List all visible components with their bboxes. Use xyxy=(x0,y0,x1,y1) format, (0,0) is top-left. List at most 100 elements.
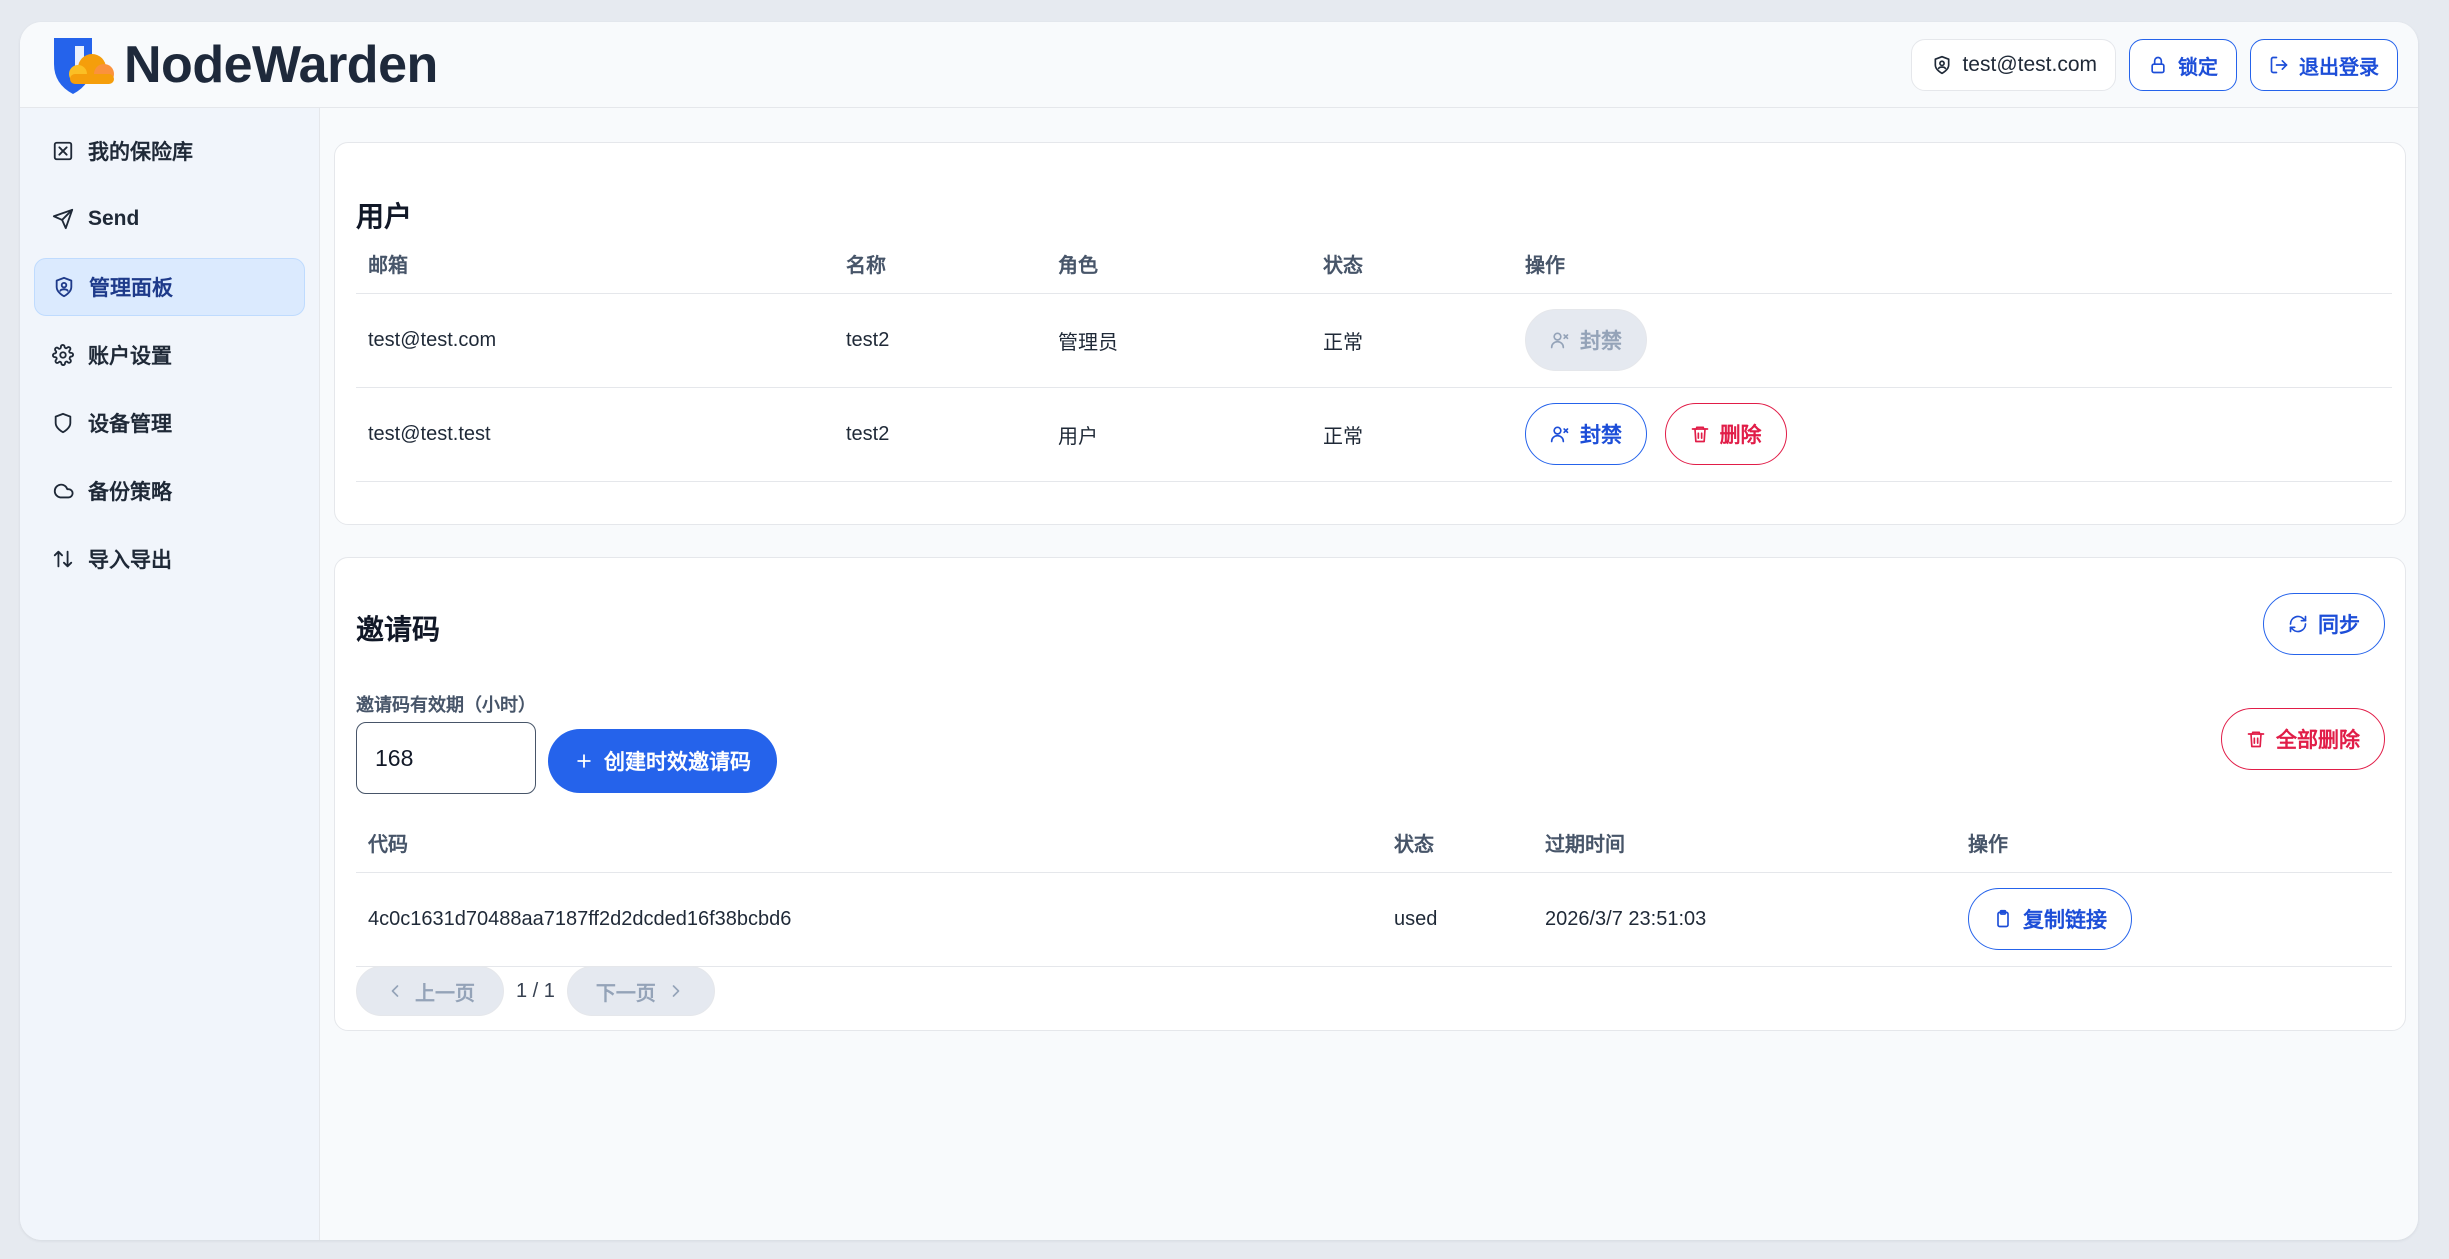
sync-label: 同步 xyxy=(2318,614,2360,637)
column-header: 代码 xyxy=(356,814,1382,873)
expiry-hours-input[interactable]: 168 xyxy=(356,722,536,794)
sidebar-item-import-export[interactable]: 导入导出 xyxy=(34,530,305,588)
table-header-row: 代码 状态 过期时间 操作 xyxy=(356,814,2392,873)
sidebar-item-label: 导入导出 xyxy=(88,549,172,572)
sidebar: 我的保险库 Send 管理面板 账户设置 设备管理 备份策略 导入导出 xyxy=(20,108,320,1240)
sidebar-item-label: 管理面板 xyxy=(89,277,173,300)
column-header: 邮箱 xyxy=(356,235,834,294)
ban-button[interactable]: 封禁 xyxy=(1525,309,1647,371)
send-icon xyxy=(52,208,74,230)
sidebar-item-account-settings[interactable]: 账户设置 xyxy=(34,326,305,384)
user-role: 管理员 xyxy=(1046,293,1311,388)
user-status: 正常 xyxy=(1311,293,1513,388)
create-invite-button[interactable]: 创建时效邀请码 xyxy=(548,729,777,793)
delete-user-button[interactable]: 删除 xyxy=(1664,403,1787,465)
table-header-row: 邮箱 名称 角色 状态 操作 xyxy=(356,235,2392,294)
app-window: NodeWarden test@test.com 锁定 退出登录 我的保险库 S… xyxy=(20,22,2418,1240)
column-header: 操作 xyxy=(1513,235,2392,294)
prev-page-button[interactable]: 上一页 xyxy=(356,966,504,1016)
column-header: 操作 xyxy=(1956,814,2392,873)
gear-icon xyxy=(52,344,74,366)
next-page-button[interactable]: 下一页 xyxy=(566,966,715,1016)
column-header: 状态 xyxy=(1311,235,1513,294)
expiry-label: 邀请码有效期（小时） xyxy=(356,695,536,715)
table-row: test@test.com test2 管理员 正常 封禁 xyxy=(356,293,2392,388)
sidebar-item-label: 设备管理 xyxy=(88,413,172,436)
next-page-label: 下一页 xyxy=(595,982,656,1005)
sidebar-item-backup[interactable]: 备份策略 xyxy=(34,462,305,520)
lock-button[interactable]: 锁定 xyxy=(2129,39,2237,91)
brand-name: NodeWarden xyxy=(124,36,438,94)
clipboard-icon xyxy=(1997,909,2009,928)
ban-label: 封禁 xyxy=(1580,330,1622,353)
brand[interactable]: NodeWarden xyxy=(46,34,438,96)
plus-icon xyxy=(577,754,591,768)
sidebar-item-admin[interactable]: 管理面板 xyxy=(34,258,305,316)
invites-title: 邀请码 xyxy=(356,614,441,645)
shield-user-icon xyxy=(1934,55,1950,75)
header-actions: test@test.com 锁定 退出登录 xyxy=(1911,39,2398,91)
users-card: 用户 邮箱 名称 角色 状态 操作 test@test.com test2 管理… xyxy=(334,142,2406,525)
lock-label: 锁定 xyxy=(2178,56,2218,79)
delete-all-button[interactable]: 全部删除 xyxy=(2221,708,2385,770)
invite-code: 4c0c1631d70488aa7187ff2d2dcded16f38bcbd6 xyxy=(356,872,1382,967)
table-row: 4c0c1631d70488aa7187ff2d2dcded16f38bcbd6… xyxy=(356,872,2392,967)
invites-table: 代码 状态 过期时间 操作 4c0c1631d70488aa7187ff2d2d… xyxy=(356,814,2392,967)
sidebar-item-devices[interactable]: 设备管理 xyxy=(34,394,305,452)
user-email: test@test.com xyxy=(356,293,834,388)
ban-label: 封禁 xyxy=(1580,424,1622,447)
chevron-left-icon xyxy=(391,985,399,997)
logout-button[interactable]: 退出登录 xyxy=(2250,39,2398,91)
column-header: 状态 xyxy=(1382,814,1533,873)
user-badge[interactable]: test@test.com xyxy=(1911,39,2116,91)
cloud-icon xyxy=(53,483,74,499)
user-x-icon xyxy=(1550,332,1569,349)
column-header: 角色 xyxy=(1046,235,1311,294)
user-actions: 封禁 xyxy=(1513,293,2392,388)
copy-link-button[interactable]: 复制链接 xyxy=(1968,888,2132,950)
trash-icon xyxy=(1691,426,1708,443)
user-email: test@test.test xyxy=(356,387,834,482)
sidebar-item-label: 备份策略 xyxy=(88,481,172,504)
sidebar-item-label: 我的保险库 xyxy=(88,141,193,164)
user-role: 用户 xyxy=(1046,387,1311,482)
lock-icon xyxy=(2151,56,2165,74)
sidebar-item-send[interactable]: Send xyxy=(34,190,305,248)
users-table: 邮箱 名称 角色 状态 操作 test@test.com test2 管理员 正… xyxy=(356,235,2392,482)
pagination: 上一页 1 / 1 下一页 xyxy=(356,966,715,1016)
user-x-icon xyxy=(1550,426,1569,443)
trash-icon xyxy=(2247,731,2265,748)
top-bar: NodeWarden test@test.com 锁定 退出登录 xyxy=(20,22,2418,108)
sidebar-item-label: 账户设置 xyxy=(88,345,172,368)
page-indicator: 1 / 1 xyxy=(516,979,555,1002)
delete-all-label: 全部删除 xyxy=(2276,729,2360,752)
invite-status: used xyxy=(1382,872,1533,967)
user-actions: 封禁 删除 xyxy=(1513,387,2392,482)
sync-button[interactable]: 同步 xyxy=(2263,593,2385,655)
invites-card: 邀请码 同步 邀请码有效期（小时） 168 创建时效邀请码 全部删除 代码 状态… xyxy=(334,557,2406,1031)
logout-label: 退出登录 xyxy=(2299,56,2379,79)
arrows-updown-icon xyxy=(53,550,73,568)
user-name: test2 xyxy=(834,293,1046,388)
invite-expires: 2026/3/7 23:51:03 xyxy=(1533,872,1956,967)
table-row: test@test.test test2 用户 正常 封禁 删除 xyxy=(356,387,2392,482)
user-name: test2 xyxy=(834,387,1046,482)
user-email: test@test.com xyxy=(1962,53,2097,76)
shield-user-icon xyxy=(55,276,73,298)
invite-actions: 复制链接 xyxy=(1956,872,2392,967)
sidebar-item-label: Send xyxy=(88,207,140,230)
column-header: 名称 xyxy=(834,235,1046,294)
main-content: 用户 邮箱 名称 角色 状态 操作 test@test.com test2 管理… xyxy=(320,108,2418,1240)
users-title: 用户 xyxy=(356,201,413,232)
shield-icon xyxy=(54,412,72,434)
refresh-icon xyxy=(2289,615,2307,633)
delete-label: 删除 xyxy=(1719,424,1762,447)
sidebar-item-vault[interactable]: 我的保险库 xyxy=(34,122,305,180)
ban-button[interactable]: 封禁 xyxy=(1525,403,1647,465)
prev-page-label: 上一页 xyxy=(415,982,475,1005)
chevron-right-icon xyxy=(672,985,680,997)
user-status: 正常 xyxy=(1311,387,1513,482)
copy-link-label: 复制链接 xyxy=(2023,909,2107,932)
logout-icon xyxy=(2270,56,2288,74)
column-header: 过期时间 xyxy=(1533,814,1956,873)
